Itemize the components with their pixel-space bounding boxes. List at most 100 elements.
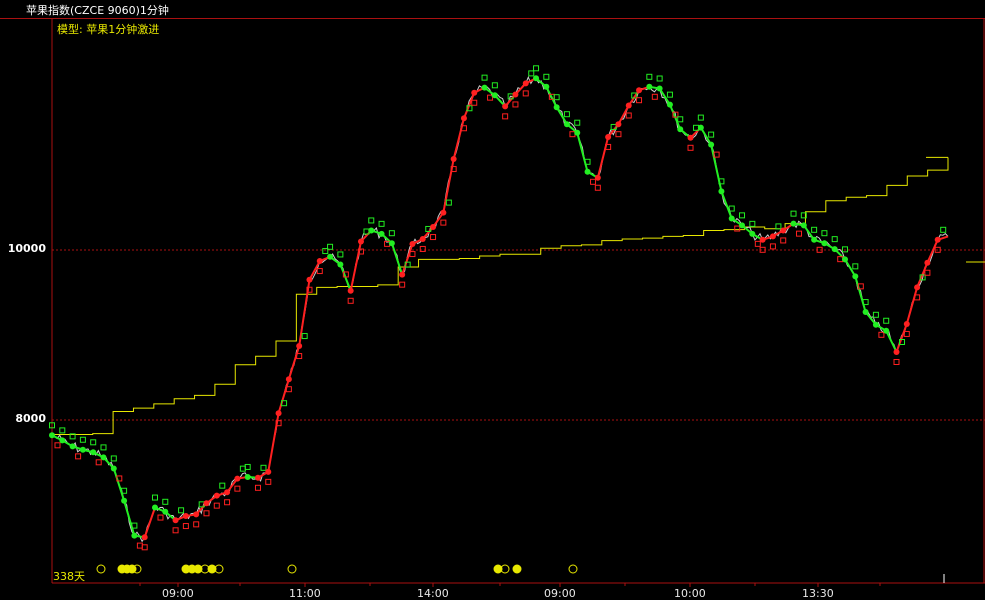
rise-marker [430, 234, 437, 241]
price-segment [452, 118, 465, 160]
rise-marker [213, 502, 220, 509]
fall-dot [749, 230, 756, 237]
rise-dot [522, 80, 529, 87]
x-tick-label: 14:00 [417, 587, 449, 600]
rise-dot [224, 489, 231, 496]
rise-dot [213, 492, 220, 499]
fall-marker [821, 230, 828, 237]
rise-dot [903, 320, 910, 327]
fall-dot [110, 465, 117, 472]
price-segment [905, 287, 919, 325]
price-segment [617, 105, 630, 125]
rise-marker [203, 510, 210, 517]
rise-dot [460, 115, 467, 122]
fall-marker [666, 91, 673, 98]
price-segment [720, 190, 733, 219]
price-segment [277, 378, 290, 414]
rise-marker [769, 243, 776, 250]
fall-marker [481, 74, 488, 81]
fall-dot [327, 253, 334, 260]
signal-square [590, 178, 597, 185]
fall-marker [59, 427, 66, 434]
fall-marker [151, 494, 158, 501]
day-counter: 338天 [53, 570, 85, 583]
fall-dot [697, 124, 704, 131]
fall-dot [821, 240, 828, 247]
rise-dot [759, 236, 766, 243]
fall-dot [677, 126, 684, 133]
average-line [52, 157, 949, 435]
signal-square [239, 465, 246, 472]
fall-marker [491, 82, 498, 89]
fall-marker [100, 444, 107, 451]
fall-marker [739, 212, 746, 219]
fall-dot [491, 92, 498, 99]
fall-dot [49, 432, 55, 439]
fall-dot [831, 246, 838, 253]
fall-dot [708, 141, 715, 148]
rise-marker [924, 269, 931, 276]
rise-marker [522, 90, 529, 97]
fall-dot [244, 473, 251, 480]
fall-dot [790, 220, 797, 227]
fall-dot [718, 188, 725, 195]
fall-dot [59, 437, 66, 444]
fall-dot [666, 101, 673, 108]
x-tick-label: 10:00 [674, 587, 706, 600]
rise-dot [914, 284, 921, 291]
rise-dot [316, 258, 323, 265]
rise-marker [224, 499, 231, 506]
signal-square [95, 459, 102, 466]
x-tick-label: 11:00 [289, 587, 321, 600]
rise-marker [234, 485, 241, 492]
fall-marker [883, 317, 890, 324]
x-tick-label: 09:00 [162, 587, 194, 600]
rise-dot [440, 209, 447, 216]
fall-marker [811, 226, 818, 233]
signal-square [775, 223, 782, 230]
fall-dot [69, 443, 76, 450]
rise-dot [893, 349, 900, 355]
rise-marker [172, 527, 179, 534]
rise-dot [285, 376, 292, 383]
signal-square [322, 248, 329, 255]
fall-dot [79, 446, 86, 453]
rise-marker [502, 113, 509, 120]
price-segment [123, 500, 136, 536]
fall-dot [553, 104, 560, 111]
signal-square [569, 131, 576, 138]
rise-dot [605, 133, 612, 140]
rise-dot [615, 121, 622, 128]
fall-marker [646, 73, 653, 80]
rise-dot [780, 227, 787, 234]
signal-square [219, 482, 226, 489]
fall-marker [749, 220, 756, 227]
rise-marker [594, 184, 601, 191]
rise-dot [306, 276, 313, 283]
fall-dot [862, 309, 869, 316]
price-segment [885, 330, 898, 353]
fall-dot [533, 75, 540, 82]
price-segment [390, 242, 404, 275]
price-segment [143, 507, 156, 538]
rise-marker [512, 101, 519, 108]
signal-square [445, 199, 452, 206]
fall-dot [100, 454, 107, 461]
signal-square [260, 464, 267, 471]
rise-marker [182, 523, 189, 530]
signal-square [178, 507, 185, 514]
price-chart[interactable] [0, 0, 985, 600]
rise-marker [687, 144, 694, 151]
fall-marker [244, 463, 251, 470]
fall-marker [872, 311, 879, 318]
y-tick-label: 8000 [15, 412, 46, 425]
signal-circle [96, 564, 106, 574]
fall-dot [481, 84, 488, 91]
price-segment [308, 260, 321, 281]
price-segment [576, 132, 589, 173]
signal-square [528, 70, 535, 77]
rise-dot [934, 236, 941, 243]
rise-dot [636, 87, 643, 94]
rise-dot [357, 238, 364, 245]
rise-dot [182, 513, 189, 520]
